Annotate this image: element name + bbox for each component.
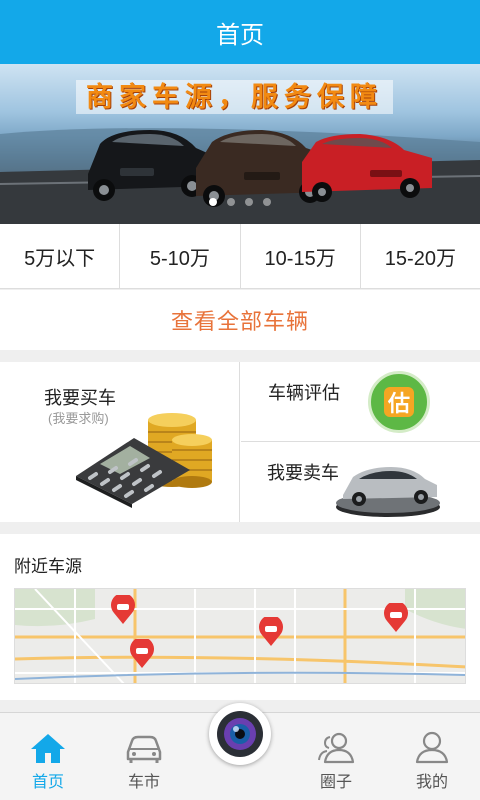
carousel-indicators: [0, 198, 480, 206]
price-5-10w[interactable]: 5-10万: [120, 224, 241, 288]
tab-community-label: 圈子: [319, 774, 352, 791]
user-icon: [415, 731, 449, 764]
sell-car-card[interactable]: 我要卖车: [241, 443, 480, 522]
camera-icon: [217, 711, 263, 757]
car-platform-icon: [336, 467, 440, 517]
price-under-5w[interactable]: 5万以下: [0, 224, 121, 288]
tab-community[interactable]: 圈子: [288, 713, 384, 800]
price-10-15w[interactable]: 10-15万: [241, 224, 361, 288]
services-grid: 我要买车 (我要求购) 车辆评估 估 我要卖车: [0, 362, 480, 522]
nearby-vehicles-title: 附近车源: [14, 557, 82, 576]
buy-car-card[interactable]: 我要买车 (我要求购): [0, 362, 240, 522]
tab-home[interactable]: 首页: [0, 713, 96, 800]
carousel-dot[interactable]: [209, 198, 217, 206]
vehicle-evaluation-card[interactable]: 车辆评估 估: [241, 362, 480, 442]
bottom-tab-bar: 首页 车市 圈子 我的: [0, 703, 480, 800]
calculator-coins-icon: [76, 413, 212, 508]
carousel-dot[interactable]: [245, 198, 253, 206]
tab-mine-label: 我的: [415, 774, 448, 791]
car-location-pin[interactable]: [129, 639, 155, 669]
camera-button[interactable]: [209, 703, 271, 765]
tab-camera[interactable]: [192, 703, 288, 800]
sell-car-title: 我要卖车: [267, 463, 339, 483]
banner-carousel[interactable]: 商家车源，服务保障: [0, 64, 480, 224]
carousel-dot[interactable]: [227, 198, 235, 206]
page-title: 首页: [216, 21, 264, 49]
car-icon: [126, 735, 162, 763]
vehicle-evaluation-title: 车辆评估: [268, 383, 340, 403]
banner-slogan: 商家车源，服务保障: [76, 80, 393, 114]
top-bar: 首页: [0, 0, 480, 64]
home-icon: [31, 734, 65, 763]
app-root: 首页 商家车源，服务保障 5万以下 5-10万 10-15万 15-20万 查看…: [0, 0, 480, 800]
view-all-vehicles-button[interactable]: 查看全部车辆: [0, 290, 480, 350]
tab-home-label: 首页: [31, 774, 64, 791]
car-location-pin[interactable]: [110, 595, 136, 625]
nearby-vehicles-section: 附近车源: [0, 534, 480, 700]
car-location-pin[interactable]: [258, 617, 284, 647]
evaluation-badge-icon: 估: [368, 371, 430, 433]
evaluation-badge-char: 估: [384, 387, 414, 417]
tab-car-market[interactable]: 车市: [96, 713, 192, 800]
nearby-map[interactable]: [14, 588, 466, 684]
car-location-pin[interactable]: [383, 603, 409, 633]
tab-car-market-label: 车市: [127, 774, 160, 791]
price-range-filter: 5万以下 5-10万 10-15万 15-20万: [0, 224, 480, 289]
carousel-dot[interactable]: [263, 198, 271, 206]
people-icon: [318, 732, 355, 764]
tab-mine[interactable]: 我的: [384, 713, 480, 800]
price-15-20w[interactable]: 15-20万: [361, 224, 480, 288]
